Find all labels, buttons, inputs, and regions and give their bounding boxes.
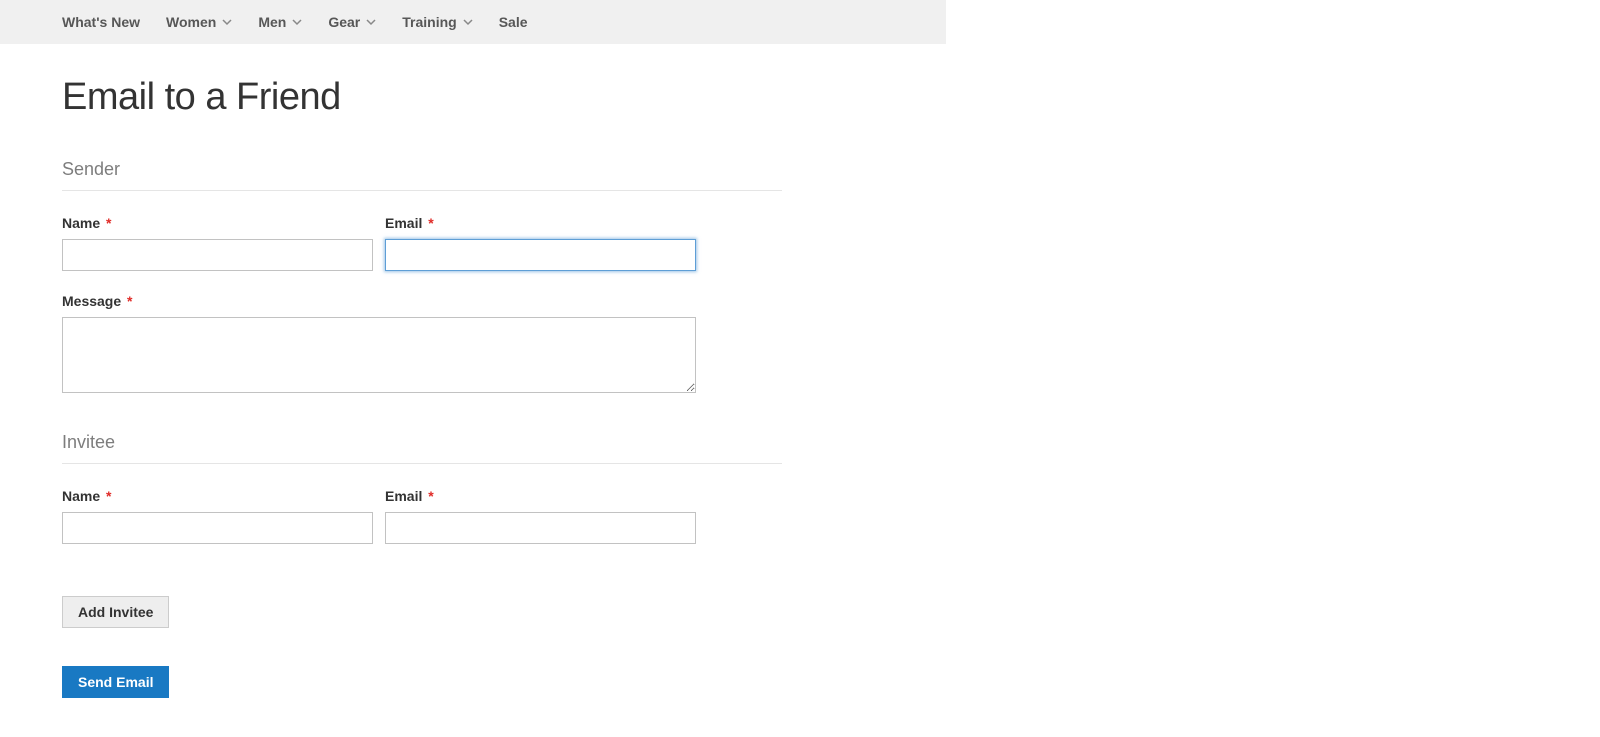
nav-label: Sale	[499, 14, 528, 30]
required-mark: *	[428, 215, 433, 231]
label-text: Name	[62, 488, 100, 504]
nav-inner: What's New Women Men Gear Training	[0, 0, 946, 44]
nav-item-gear[interactable]: Gear	[315, 0, 389, 44]
nav-item-sale[interactable]: Sale	[486, 0, 541, 44]
invitee-fieldset: Invitee Name * Email *	[62, 432, 884, 544]
sender-legend: Sender	[62, 159, 782, 191]
label-text: Email	[385, 488, 422, 504]
label-text: Message	[62, 293, 121, 309]
main-nav: What's New Women Men Gear Training	[0, 0, 946, 44]
nav-item-women[interactable]: Women	[153, 0, 245, 44]
sender-fieldset: Sender Name * Email * Message	[62, 159, 884, 396]
invitee-email-input[interactable]	[385, 512, 696, 544]
sender-message-input[interactable]	[62, 317, 696, 393]
invitee-name-label: Name *	[62, 488, 373, 504]
chevron-down-icon	[292, 17, 302, 27]
sender-message-field: Message *	[62, 293, 696, 396]
nav-item-men[interactable]: Men	[245, 0, 315, 44]
required-mark: *	[127, 293, 132, 309]
sender-email-input[interactable]	[385, 239, 696, 271]
nav-label: Training	[402, 14, 456, 30]
page-title: Email to a Friend	[62, 76, 884, 119]
invitee-name-field: Name *	[62, 488, 373, 544]
sender-name-input[interactable]	[62, 239, 373, 271]
sender-email-field: Email *	[385, 215, 696, 271]
sender-email-label: Email *	[385, 215, 696, 231]
nav-label: What's New	[62, 14, 140, 30]
invitee-name-input[interactable]	[62, 512, 373, 544]
nav-label: Gear	[328, 14, 360, 30]
send-email-button[interactable]: Send Email	[62, 666, 169, 698]
nav-label: Women	[166, 14, 216, 30]
add-invitee-button[interactable]: Add Invitee	[62, 596, 169, 628]
chevron-down-icon	[366, 17, 376, 27]
nav-label: Men	[258, 14, 286, 30]
required-mark: *	[106, 488, 111, 504]
label-text: Email	[385, 215, 422, 231]
chevron-down-icon	[463, 17, 473, 27]
page-container: Email to a Friend Sender Name * Email *	[0, 76, 946, 728]
required-mark: *	[428, 488, 433, 504]
sender-name-field: Name *	[62, 215, 373, 271]
sender-name-label: Name *	[62, 215, 373, 231]
invitee-email-field: Email *	[385, 488, 696, 544]
invitee-email-label: Email *	[385, 488, 696, 504]
nav-item-whats-new[interactable]: What's New	[62, 0, 153, 44]
chevron-down-icon	[222, 17, 232, 27]
nav-item-training[interactable]: Training	[389, 0, 485, 44]
invitee-legend: Invitee	[62, 432, 782, 464]
required-mark: *	[106, 215, 111, 231]
sender-row-name-email: Name * Email *	[62, 215, 884, 271]
sender-message-label: Message *	[62, 293, 696, 309]
label-text: Name	[62, 215, 100, 231]
sender-row-message: Message *	[62, 293, 884, 396]
invitee-row-name-email: Name * Email *	[62, 488, 884, 544]
